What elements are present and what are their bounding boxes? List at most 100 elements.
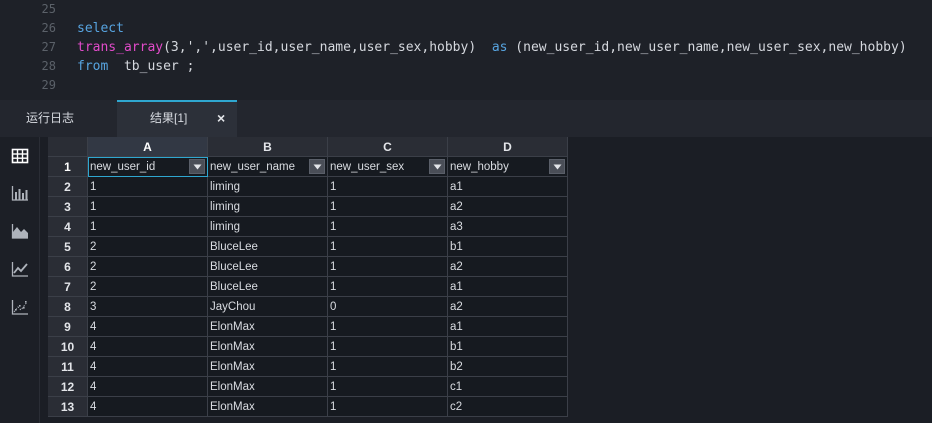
row-header[interactable]: 7 bbox=[48, 277, 88, 297]
table-cell[interactable]: ElonMax bbox=[208, 357, 328, 377]
table-cell[interactable]: 4 bbox=[88, 357, 208, 377]
table-cell[interactable]: 2 bbox=[88, 237, 208, 257]
table-cell[interactable]: 1 bbox=[328, 277, 448, 297]
field-header-cell[interactable]: new_hobby bbox=[448, 157, 568, 177]
table-cell[interactable]: c1 bbox=[448, 377, 568, 397]
table-cell[interactable]: ElonMax bbox=[208, 317, 328, 337]
table-cell[interactable]: 1 bbox=[328, 197, 448, 217]
table-cell-text: ElonMax bbox=[210, 321, 255, 333]
table-cell[interactable]: a1 bbox=[448, 277, 568, 297]
close-icon[interactable]: × bbox=[217, 102, 231, 135]
field-header-cell[interactable]: new_user_id bbox=[88, 157, 208, 177]
row-header[interactable]: 13 bbox=[48, 397, 88, 417]
table-cell-text: 1 bbox=[330, 201, 337, 213]
table-cell[interactable]: a1 bbox=[448, 317, 568, 337]
area-chart-view-button[interactable] bbox=[4, 215, 36, 247]
table-cell[interactable]: liming bbox=[208, 217, 328, 237]
table-cell[interactable]: 1 bbox=[328, 257, 448, 277]
table-cell[interactable]: 1 bbox=[88, 197, 208, 217]
row-header[interactable]: 4 bbox=[48, 217, 88, 237]
table-cell[interactable]: 1 bbox=[328, 337, 448, 357]
table-cell[interactable]: b2 bbox=[448, 357, 568, 377]
table-cell[interactable]: 1 bbox=[328, 397, 448, 417]
field-header-cell[interactable]: new_user_name bbox=[208, 157, 328, 177]
table-cell-text: 0 bbox=[330, 301, 337, 313]
tab-run-log-label: 运行日志 bbox=[26, 111, 75, 125]
table-cell[interactable]: liming bbox=[208, 197, 328, 217]
table-cell[interactable]: a2 bbox=[448, 197, 568, 217]
table-cell-text: a1 bbox=[450, 281, 463, 293]
code-line[interactable]: 26 select bbox=[0, 19, 932, 38]
column-header-a-text: A bbox=[143, 140, 152, 154]
table-cell-text: 1 bbox=[330, 321, 337, 333]
column-header-c[interactable]: C bbox=[328, 137, 448, 157]
row-header[interactable]: 1 bbox=[48, 157, 88, 177]
table-cell[interactable]: ElonMax bbox=[208, 397, 328, 417]
code-line[interactable]: 27 trans_array(3,',',user_id,user_name,us… bbox=[0, 38, 932, 57]
row-header[interactable]: 5 bbox=[48, 237, 88, 257]
table-cell[interactable]: 1 bbox=[88, 217, 208, 237]
table-cell-text: 1 bbox=[90, 201, 97, 213]
table-cell-text: 2 bbox=[90, 241, 97, 253]
table-cell[interactable]: 3 bbox=[88, 297, 208, 317]
table-cell[interactable]: BluceLee bbox=[208, 237, 328, 257]
table-cell[interactable]: 1 bbox=[328, 217, 448, 237]
table-cell[interactable]: 4 bbox=[88, 337, 208, 357]
table-cell[interactable]: 1 bbox=[328, 377, 448, 397]
table-cell[interactable]: b1 bbox=[448, 337, 568, 357]
chevron-down-icon[interactable] bbox=[309, 159, 325, 174]
row-header[interactable]: 11 bbox=[48, 357, 88, 377]
table-cell[interactable]: a1 bbox=[448, 177, 568, 197]
table-cell[interactable]: JayChou bbox=[208, 297, 328, 317]
line-chart-view-button[interactable] bbox=[4, 253, 36, 285]
field-header-cell[interactable]: new_user_sex bbox=[328, 157, 448, 177]
row-header[interactable]: 10 bbox=[48, 337, 88, 357]
code-text: from tb_user ; bbox=[77, 57, 194, 76]
row-header[interactable]: 6 bbox=[48, 257, 88, 277]
code-line[interactable]: 25 bbox=[0, 0, 932, 19]
table-cell[interactable]: 4 bbox=[88, 317, 208, 337]
table-cell[interactable]: c2 bbox=[448, 397, 568, 417]
table-cell[interactable]: ElonMax bbox=[208, 377, 328, 397]
column-header-b[interactable]: B bbox=[208, 137, 328, 157]
table-cell[interactable]: 4 bbox=[88, 377, 208, 397]
row-header[interactable]: 2 bbox=[48, 177, 88, 197]
table-cell[interactable]: 4 bbox=[88, 397, 208, 417]
bar-chart-view-button[interactable] bbox=[4, 177, 36, 209]
tab-result-1[interactable]: 结果[1] × bbox=[117, 100, 237, 137]
grid-corner[interactable] bbox=[48, 137, 88, 157]
code-line[interactable]: 28 from tb_user ; bbox=[0, 57, 932, 76]
row-header[interactable]: 12 bbox=[48, 377, 88, 397]
tab-run-log[interactable]: 运行日志 bbox=[0, 100, 117, 137]
table-cell[interactable]: b1 bbox=[448, 237, 568, 257]
chevron-down-icon[interactable] bbox=[189, 159, 205, 174]
table-cell[interactable]: 0 bbox=[328, 297, 448, 317]
chevron-down-icon[interactable] bbox=[429, 159, 445, 174]
table-cell[interactable]: ElonMax bbox=[208, 337, 328, 357]
table-cell[interactable]: liming bbox=[208, 177, 328, 197]
table-cell[interactable]: a2 bbox=[448, 257, 568, 277]
table-cell[interactable]: BluceLee bbox=[208, 277, 328, 297]
table-cell[interactable]: 1 bbox=[328, 177, 448, 197]
code-line[interactable]: 29 bbox=[0, 76, 932, 95]
row-header[interactable]: 8 bbox=[48, 297, 88, 317]
scatter-chart-view-button[interactable] bbox=[4, 291, 36, 323]
table-cell-text: liming bbox=[210, 221, 241, 233]
table-cell[interactable]: 2 bbox=[88, 277, 208, 297]
table-cell[interactable]: 1 bbox=[328, 237, 448, 257]
table-cell[interactable]: BluceLee bbox=[208, 257, 328, 277]
column-header-a[interactable]: A bbox=[88, 137, 208, 157]
row-header[interactable]: 3 bbox=[48, 197, 88, 217]
table-cell[interactable]: 2 bbox=[88, 257, 208, 277]
table-cell[interactable]: 1 bbox=[328, 317, 448, 337]
table-cell[interactable]: a2 bbox=[448, 297, 568, 317]
row-header[interactable]: 9 bbox=[48, 317, 88, 337]
table-cell-text: BluceLee bbox=[210, 281, 258, 293]
chevron-down-icon[interactable] bbox=[549, 159, 565, 174]
table-cell[interactable]: 1 bbox=[88, 177, 208, 197]
table-cell[interactable]: 1 bbox=[328, 357, 448, 377]
table-view-button[interactable] bbox=[4, 140, 36, 172]
column-header-d[interactable]: D bbox=[448, 137, 568, 157]
table-cell[interactable]: a3 bbox=[448, 217, 568, 237]
sql-editor[interactable]: 25 26 select 27 trans_array(3,',',user_id,us… bbox=[0, 0, 932, 100]
